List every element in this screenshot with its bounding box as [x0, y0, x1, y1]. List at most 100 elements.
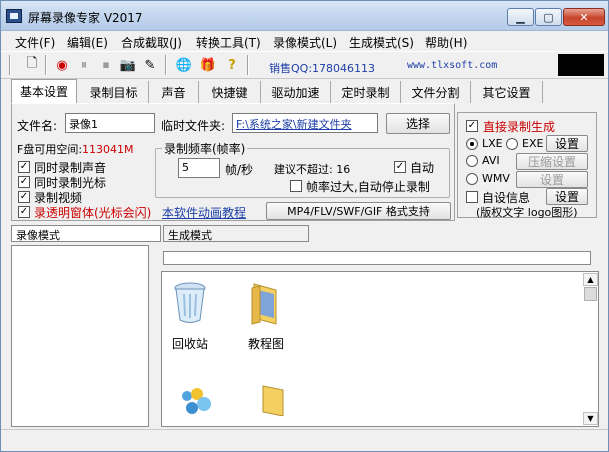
custom-info-settings-button[interactable]: 设置	[546, 188, 588, 205]
path-bar[interactable]	[163, 251, 591, 265]
folder-item[interactable]	[244, 382, 304, 419]
lxe-label: LXE	[482, 137, 503, 150]
title-bar: 屏幕录像专家 V2017 ▁ ▢ ✕	[1, 1, 608, 31]
menu-file[interactable]: 文件(F)	[15, 34, 55, 51]
tab-audio[interactable]: 声音	[149, 81, 199, 103]
wmv-settings-button[interactable]: 设置	[516, 171, 588, 188]
menu-edit[interactable]: 编辑(E)	[67, 34, 108, 51]
window-title: 屏幕录像专家 V2017	[28, 11, 143, 25]
wmv-radio[interactable]	[466, 173, 478, 185]
disk-space-label: F盘可用空间:113041M	[17, 143, 134, 156]
tab-driver[interactable]: 驱动加速	[261, 81, 331, 103]
format-support-button[interactable]: MP4/FLV/SWF/GIF 格式支持	[266, 202, 451, 220]
scrollbar-thumb[interactable]	[584, 287, 597, 301]
output-format-panel: ✓ 直接录制生成 LXE EXE 设置 AVI 压缩设置 WMV 设置 自设信息…	[457, 112, 597, 219]
tab-other[interactable]: 其它设置	[471, 81, 543, 103]
audio-checkbox[interactable]: ✓	[18, 161, 30, 173]
menu-convert[interactable]: 转换工具(T)	[196, 34, 261, 51]
status-bar	[1, 429, 608, 451]
tab-hotkey[interactable]: 快捷键	[199, 81, 261, 103]
tutorial-folder-label: 教程图	[247, 337, 284, 351]
toolbar-separator	[45, 55, 47, 75]
preview-box	[558, 54, 604, 76]
folder-icon	[262, 385, 284, 417]
toolbar: 🗋 ◉ ⏸ ⏹ 📷 ✎ 🌐 🎁 ? 销售QQ:178046113 www.tlx…	[1, 51, 608, 79]
bubble-icon	[182, 388, 211, 414]
avi-radio[interactable]	[466, 155, 478, 167]
record-list[interactable]	[11, 245, 149, 427]
avi-label: AVI	[482, 154, 500, 167]
pen-icon[interactable]: ✎	[141, 56, 159, 74]
app-shortcut[interactable]	[166, 384, 226, 417]
frame-rate-title: 录制频率(帧率)	[162, 140, 248, 157]
wmv-label: WMV	[482, 172, 510, 185]
tab-schedule[interactable]: 定时录制	[331, 81, 401, 103]
fps-suggestion: 建议不超过: 16	[274, 163, 351, 176]
folder-icon	[251, 283, 277, 325]
minimize-button[interactable]: ▁	[507, 8, 534, 26]
globe-icon[interactable]: 🌐	[175, 56, 193, 74]
lxe-radio[interactable]	[466, 138, 478, 150]
maximize-button[interactable]: ▢	[535, 8, 562, 26]
website-link[interactable]: www.tlxsoft.com	[407, 60, 497, 71]
exe-label: EXE	[522, 137, 544, 150]
menu-generate-mode[interactable]: 生成模式(S)	[349, 34, 414, 51]
close-button[interactable]: ✕	[563, 8, 605, 26]
scroll-down-arrow[interactable]: ▼	[583, 412, 598, 425]
tutorial-folder[interactable]: 教程图	[236, 282, 296, 352]
auto-label: 自动	[410, 161, 435, 175]
sales-qq: 销售QQ:178046113	[269, 62, 376, 75]
menu-record-mode[interactable]: 录像模式(L)	[273, 34, 337, 51]
scroll-up-arrow[interactable]: ▲	[583, 273, 598, 286]
custom-info-checkbox[interactable]	[466, 191, 478, 203]
filename-input[interactable]: 录像1	[65, 113, 155, 133]
toolbar-separator	[247, 55, 249, 75]
gift-icon[interactable]: 🎁	[199, 56, 217, 74]
tab-target[interactable]: 录制目标	[79, 81, 149, 103]
recycle-bin-label: 回收站	[171, 337, 208, 351]
toolbar-separator	[165, 55, 167, 75]
format-settings-button[interactable]: 设置	[546, 135, 588, 152]
auto-stop-label: 帧率过大,自动停止录制	[306, 180, 430, 194]
direct-record-checkbox[interactable]: ✓	[466, 120, 478, 132]
stop-icon[interactable]: ⏹	[97, 56, 115, 74]
direct-record-label: 直接录制生成	[483, 120, 556, 134]
menu-help[interactable]: 帮助(H)	[425, 34, 467, 51]
compress-settings-button[interactable]: 压缩设置	[516, 153, 588, 170]
camera-icon[interactable]: 📷	[119, 56, 137, 74]
copyright-label: (版权文字 logo图形)	[476, 206, 578, 219]
record-mode-tab[interactable]: 录像模式	[11, 225, 161, 242]
fps-unit: 帧/秒	[225, 163, 254, 177]
record-icon[interactable]: ◉	[53, 56, 71, 74]
pause-icon[interactable]: ⏸	[75, 56, 93, 74]
fps-input[interactable]: 5	[178, 158, 220, 178]
app-window: 屏幕录像专家 V2017 ▁ ▢ ✕ 文件(F) 编辑(E) 合成截取(J) 转…	[0, 0, 609, 452]
menu-compose[interactable]: 合成截取(J)	[121, 34, 182, 51]
file-explorer[interactable]: 回收站 教程图	[161, 271, 599, 427]
transparent-label: 录透明窗体(光标会闪)	[34, 206, 152, 220]
basic-settings-panel: 文件名: 录像1 临时文件夹: F:\系统之家\新建文件夹 选择 F盘可用空间:…	[11, 103, 455, 221]
new-file-icon[interactable]: 🗋	[23, 56, 41, 74]
select-folder-button[interactable]: 选择	[386, 113, 450, 134]
help-icon[interactable]: ?	[223, 56, 241, 74]
menu-bar: 文件(F) 编辑(E) 合成截取(J) 转换工具(T) 录像模式(L) 生成模式…	[1, 31, 608, 51]
auto-stop-checkbox[interactable]	[290, 180, 302, 192]
toolbar-separator	[9, 55, 11, 75]
transparent-checkbox[interactable]: ✓	[18, 206, 30, 218]
cursor-checkbox[interactable]: ✓	[18, 176, 30, 188]
exe-radio[interactable]	[506, 138, 518, 150]
auto-checkbox[interactable]: ✓	[394, 161, 406, 173]
generate-mode-tab[interactable]: 生成模式	[163, 225, 309, 242]
settings-tabs: 基本设置 录制目标 声音 快捷键 驱动加速 定时录制 文件分割 其它设置	[11, 79, 549, 103]
tempdir-input[interactable]: F:\系统之家\新建文件夹	[232, 113, 378, 133]
recycle-bin-icon	[174, 282, 206, 323]
recycle-bin[interactable]: 回收站	[162, 282, 220, 352]
tab-split[interactable]: 文件分割	[401, 81, 471, 103]
app-icon	[6, 9, 22, 23]
tempdir-label: 临时文件夹:	[161, 119, 226, 133]
video-checkbox[interactable]: ✓	[18, 191, 30, 203]
filename-label: 文件名:	[17, 119, 58, 133]
splitter[interactable]	[149, 245, 161, 427]
tutorial-link[interactable]: 本软件动画教程	[162, 204, 246, 221]
tab-basic[interactable]: 基本设置	[11, 79, 77, 103]
